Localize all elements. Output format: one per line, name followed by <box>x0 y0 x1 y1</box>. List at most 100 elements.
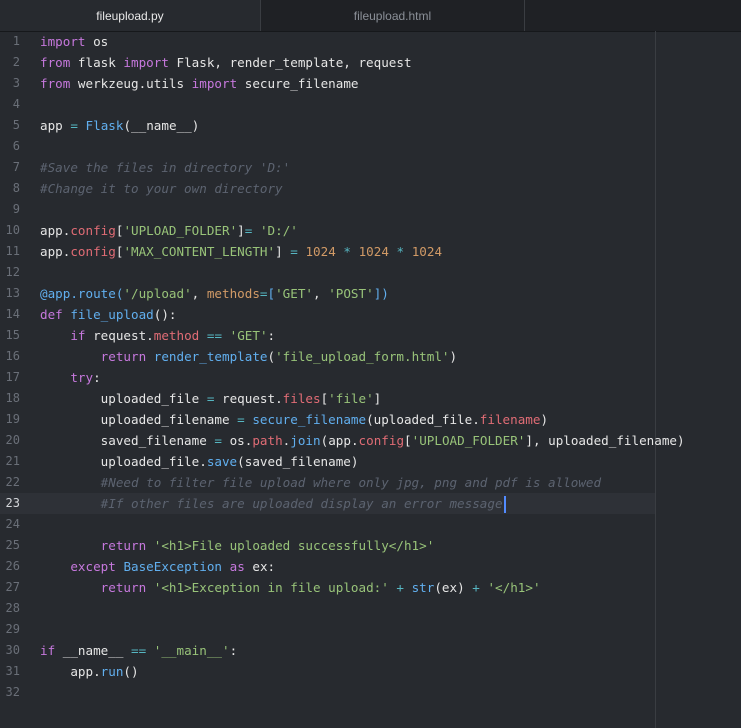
code-token: () <box>123 664 139 679</box>
line-number: 17 <box>5 370 20 384</box>
code-token: files <box>282 391 321 406</box>
code-token: (app. <box>320 433 359 448</box>
code-token: path <box>252 433 283 448</box>
line-number: 31 <box>5 664 20 678</box>
line-number: 3 <box>12 76 20 90</box>
code-token: flask <box>70 55 124 70</box>
line-number: 28 <box>5 601 20 615</box>
line-number: 19 <box>5 412 20 426</box>
code-token: [ <box>404 433 412 448</box>
code-token: return <box>100 349 147 364</box>
code-token: request. <box>214 391 283 406</box>
code-token: 'POST' <box>328 286 374 301</box>
line-number: 27 <box>5 580 20 594</box>
line-number: 10 <box>5 223 20 237</box>
code-token: #If other files are uploaded display an … <box>100 496 503 511</box>
code-token: (saved_filename) <box>237 454 359 469</box>
code-text: app.run() <box>40 661 139 682</box>
code-text: #Save the files in directory 'D:' <box>40 157 290 178</box>
code-token: (uploaded_file. <box>366 412 480 427</box>
code-token: saved_filename <box>40 433 215 448</box>
code-token: join <box>290 433 321 448</box>
code-token: os. <box>221 433 253 448</box>
code-text: #If other files are uploaded display an … <box>40 493 506 514</box>
code-token: request. <box>85 328 154 343</box>
code-token: : <box>229 643 238 658</box>
code-token: 'file_upload_form.html' <box>275 349 450 364</box>
code-token: BaseException <box>123 559 223 574</box>
code-editor[interactable]: 1 import os 2 from flask import Flask, rend… <box>0 31 741 728</box>
wrap-guide <box>655 31 656 728</box>
code-token: = <box>237 412 245 427</box>
code-token: filename <box>479 412 541 427</box>
line-number: 16 <box>5 349 20 363</box>
code-token: from <box>40 55 71 70</box>
code-text: saved_filename = os.path.join(app.config… <box>40 430 685 451</box>
code-token: run <box>100 664 124 679</box>
code-token: uploaded_file <box>40 391 207 406</box>
code-token: == <box>131 643 147 658</box>
code-token: (): <box>153 307 177 322</box>
code-token: 'GET' <box>229 328 268 343</box>
line-number: 13 <box>5 286 20 300</box>
code-token: render_template <box>153 349 268 364</box>
code-token: ) <box>540 412 549 427</box>
code-token: Flask <box>85 118 124 133</box>
line-number: 11 <box>5 244 20 258</box>
text-cursor <box>503 496 506 513</box>
code-token: file_upload <box>70 307 154 322</box>
code-token: (__name__) <box>123 118 200 133</box>
code-token: ] <box>275 244 291 259</box>
line-number: 1 <box>12 34 20 48</box>
line-number: 8 <box>12 181 20 195</box>
code-token: 'MAX_CONTENT_LENGTH' <box>123 244 276 259</box>
code-token: import <box>40 34 86 49</box>
code-token: 'file' <box>328 391 374 406</box>
code-text: return '<h1>File uploaded successfully</… <box>40 535 435 556</box>
code-text: try: <box>40 367 100 388</box>
code-text: from flask import Flask, render_template… <box>40 52 412 73</box>
code-token: import <box>191 76 238 91</box>
line-number: 12 <box>5 265 20 279</box>
code-token: 1024 <box>305 244 336 259</box>
code-token: if <box>40 643 56 658</box>
line-number: 29 <box>5 622 20 636</box>
code-token: config <box>358 433 405 448</box>
code-token: '<h1>File uploaded successfully</h1>' <box>153 538 435 553</box>
code-token: method <box>153 328 200 343</box>
code-token: except <box>70 559 116 574</box>
code-token: (ex) <box>434 580 473 595</box>
line-number: 26 <box>5 559 20 573</box>
code-token: os <box>85 34 109 49</box>
code-token: return <box>100 580 147 595</box>
line-number: 14 <box>5 307 20 321</box>
code-token: ex: <box>244 559 276 574</box>
code-text: #Need to filter file upload where only j… <box>40 472 601 493</box>
code-text: app.config['UPLOAD_FOLDER']= 'D:/' <box>40 220 298 241</box>
line-number: 20 <box>5 433 20 447</box>
line-number: 6 <box>12 139 20 153</box>
tab-fileupload-py[interactable]: fileupload.py <box>0 0 260 31</box>
tab-fileupload-html[interactable]: fileupload.html <box>261 0 524 31</box>
code-token: uploaded_filename <box>40 412 238 427</box>
code-token: werkzeug.utils <box>70 76 192 91</box>
code-token: 'UPLOAD_FOLDER' <box>411 433 526 448</box>
code-token: secure_filename <box>252 412 367 427</box>
line-number: 4 <box>12 97 20 111</box>
code-token: try <box>70 370 94 385</box>
code-token: ) <box>449 349 458 364</box>
code-token: #Need to filter file upload where only j… <box>100 475 602 490</box>
